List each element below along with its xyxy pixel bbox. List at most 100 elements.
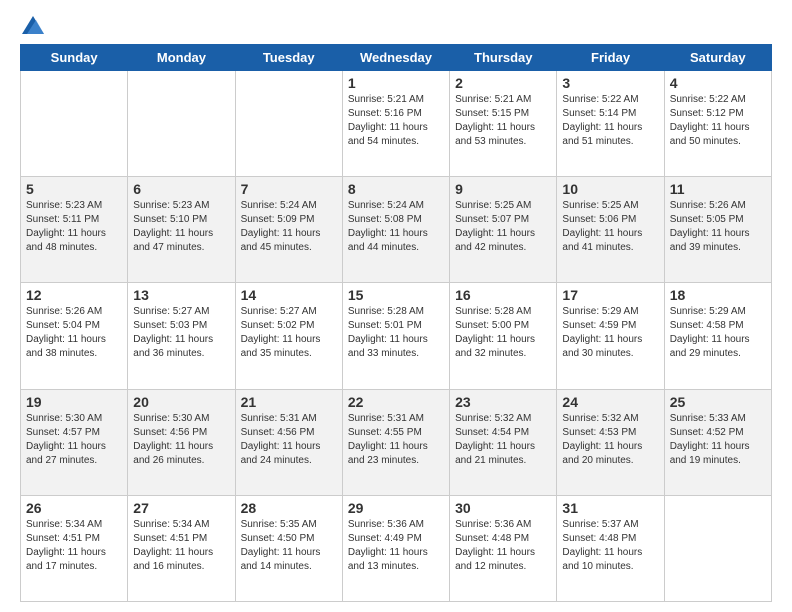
day-number: 30 — [455, 500, 551, 516]
day-info: Sunrise: 5:25 AMSunset: 5:06 PMDaylight:… — [562, 199, 658, 255]
calendar-cell: 9 Sunrise: 5:25 AMSunset: 5:07 PMDaylight… — [450, 177, 557, 283]
calendar-cell: 6Sunrise: 5:23 AMSunset: 5:10 PMDaylight… — [128, 177, 235, 283]
calendar-day-header: Friday — [557, 45, 664, 71]
calendar-cell: 19 Sunrise: 5:30 AMSunset: 4:57 PMDayligh… — [21, 389, 128, 495]
calendar-week-row: 19 Sunrise: 5:30 AMSunset: 4:57 PMDayligh… — [21, 389, 772, 495]
day-number: 24 — [562, 394, 658, 410]
day-number: 14 — [241, 287, 337, 303]
day-info: Sunrise: 5:30 AMSunset: 4:56 PMDaylight:… — [133, 412, 229, 468]
calendar-cell: 28 Sunrise: 5:35 AMSunset: 4:50 PMDayligh… — [235, 495, 342, 601]
day-info: Sunrise: 5:35 AMSunset: 4:50 PMDaylight:… — [241, 518, 337, 574]
day-number: 21 — [241, 394, 337, 410]
day-info: Sunrise: 5:33 AMSunset: 4:52 PMDaylight:… — [670, 412, 766, 468]
day-info: Sunrise: 5:36 AMSunset: 4:48 PMDaylight:… — [455, 518, 551, 574]
day-info: Sunrise: 5:24 AMSunset: 5:08 PMDaylight:… — [348, 199, 444, 255]
day-number: 19 — [26, 394, 122, 410]
calendar-cell — [235, 71, 342, 177]
calendar-cell: 26Sunrise: 5:34 AMSunset: 4:51 PMDayligh… — [21, 495, 128, 601]
calendar-day-header: Wednesday — [342, 45, 449, 71]
calendar-cell: 17 Sunrise: 5:29 AMSunset: 4:59 PMDayligh… — [557, 283, 664, 389]
day-number: 15 — [348, 287, 444, 303]
calendar-cell: 27 Sunrise: 5:34 AMSunset: 4:51 PMDayligh… — [128, 495, 235, 601]
day-number: 23 — [455, 394, 551, 410]
day-info: Sunrise: 5:32 AMSunset: 4:54 PMDaylight:… — [455, 412, 551, 468]
day-number: 29 — [348, 500, 444, 516]
day-info: Sunrise: 5:23 AMSunset: 5:11 PMDaylight:… — [26, 199, 122, 255]
day-info: Sunrise: 5:31 AMSunset: 4:56 PMDaylight:… — [241, 412, 337, 468]
calendar-cell: 23 Sunrise: 5:32 AMSunset: 4:54 PMDayligh… — [450, 389, 557, 495]
day-info: Sunrise: 5:21 AMSunset: 5:15 PMDaylight:… — [455, 93, 551, 149]
calendar-day-header: Saturday — [664, 45, 771, 71]
calendar-table: SundayMondayTuesdayWednesdayThursdayFrid… — [20, 44, 772, 602]
day-number: 22 — [348, 394, 444, 410]
day-number: 8 — [348, 181, 444, 197]
day-info: Sunrise: 5:22 AMSunset: 5:14 PMDaylight:… — [562, 93, 658, 149]
day-number: 4 — [670, 75, 766, 91]
calendar-cell: 4 Sunrise: 5:22 AMSunset: 5:12 PMDaylight… — [664, 71, 771, 177]
calendar-cell: 3 Sunrise: 5:22 AMSunset: 5:14 PMDaylight… — [557, 71, 664, 177]
calendar-cell: 14 Sunrise: 5:27 AMSunset: 5:02 PMDayligh… — [235, 283, 342, 389]
calendar-cell — [664, 495, 771, 601]
day-info: Sunrise: 5:22 AMSunset: 5:12 PMDaylight:… — [670, 93, 766, 149]
calendar-cell: 10 Sunrise: 5:25 AMSunset: 5:06 PMDayligh… — [557, 177, 664, 283]
calendar-header-row: SundayMondayTuesdayWednesdayThursdayFrid… — [21, 45, 772, 71]
calendar-cell: 5 Sunrise: 5:23 AMSunset: 5:11 PMDaylight… — [21, 177, 128, 283]
day-info: Sunrise: 5:34 AMSunset: 4:51 PMDaylight:… — [26, 518, 122, 574]
day-number: 16 — [455, 287, 551, 303]
calendar-cell: 24 Sunrise: 5:32 AMSunset: 4:53 PMDayligh… — [557, 389, 664, 495]
day-info: Sunrise: 5:25 AMSunset: 5:07 PMDaylight:… — [455, 199, 551, 255]
calendar-week-row: 5 Sunrise: 5:23 AMSunset: 5:11 PMDaylight… — [21, 177, 772, 283]
day-info: Sunrise: 5:28 AMSunset: 5:01 PMDaylight:… — [348, 305, 444, 361]
day-number: 3 — [562, 75, 658, 91]
calendar-cell: 20 Sunrise: 5:30 AMSunset: 4:56 PMDayligh… — [128, 389, 235, 495]
day-number: 28 — [241, 500, 337, 516]
calendar-cell: 12Sunrise: 5:26 AMSunset: 5:04 PMDayligh… — [21, 283, 128, 389]
day-number: 25 — [670, 394, 766, 410]
day-number: 7 — [241, 181, 337, 197]
day-info: Sunrise: 5:24 AMSunset: 5:09 PMDaylight:… — [241, 199, 337, 255]
day-number: 1 — [348, 75, 444, 91]
day-info: Sunrise: 5:29 AMSunset: 4:58 PMDaylight:… — [670, 305, 766, 361]
day-info: Sunrise: 5:23 AMSunset: 5:10 PMDaylight:… — [133, 199, 229, 255]
calendar-day-header: Tuesday — [235, 45, 342, 71]
day-number: 5 — [26, 181, 122, 197]
calendar-cell: 18 Sunrise: 5:29 AMSunset: 4:58 PMDayligh… — [664, 283, 771, 389]
day-info: Sunrise: 5:27 AMSunset: 5:03 PMDaylight:… — [133, 305, 229, 361]
day-info: Sunrise: 5:36 AMSunset: 4:49 PMDaylight:… — [348, 518, 444, 574]
calendar-cell: 7 Sunrise: 5:24 AMSunset: 5:09 PMDaylight… — [235, 177, 342, 283]
calendar-cell: 8 Sunrise: 5:24 AMSunset: 5:08 PMDaylight… — [342, 177, 449, 283]
day-number: 9 — [455, 181, 551, 197]
day-info: Sunrise: 5:27 AMSunset: 5:02 PMDaylight:… — [241, 305, 337, 361]
day-info: Sunrise: 5:26 AMSunset: 5:05 PMDaylight:… — [670, 199, 766, 255]
calendar-cell: 30 Sunrise: 5:36 AMSunset: 4:48 PMDayligh… — [450, 495, 557, 601]
header — [20, 16, 772, 34]
day-info: Sunrise: 5:30 AMSunset: 4:57 PMDaylight:… — [26, 412, 122, 468]
calendar-cell: 1 Sunrise: 5:21 AMSunset: 5:16 PMDaylight… — [342, 71, 449, 177]
day-info: Sunrise: 5:29 AMSunset: 4:59 PMDaylight:… — [562, 305, 658, 361]
day-number: 31 — [562, 500, 658, 516]
day-info: Sunrise: 5:21 AMSunset: 5:16 PMDaylight:… — [348, 93, 444, 149]
calendar-cell: 29 Sunrise: 5:36 AMSunset: 4:49 PMDayligh… — [342, 495, 449, 601]
day-number: 11 — [670, 181, 766, 197]
day-number: 17 — [562, 287, 658, 303]
calendar-week-row: 12Sunrise: 5:26 AMSunset: 5:04 PMDayligh… — [21, 283, 772, 389]
calendar-day-header: Sunday — [21, 45, 128, 71]
day-number: 18 — [670, 287, 766, 303]
calendar-day-header: Thursday — [450, 45, 557, 71]
calendar-cell: 2Sunrise: 5:21 AMSunset: 5:15 PMDaylight… — [450, 71, 557, 177]
calendar-day-header: Monday — [128, 45, 235, 71]
day-number: 27 — [133, 500, 229, 516]
calendar-cell: 15 Sunrise: 5:28 AMSunset: 5:01 PMDayligh… — [342, 283, 449, 389]
calendar-cell: 21 Sunrise: 5:31 AMSunset: 4:56 PMDayligh… — [235, 389, 342, 495]
day-number: 20 — [133, 394, 229, 410]
logo-icon — [22, 16, 44, 34]
calendar-cell: 25 Sunrise: 5:33 AMSunset: 4:52 PMDayligh… — [664, 389, 771, 495]
day-number: 10 — [562, 181, 658, 197]
page: SundayMondayTuesdayWednesdayThursdayFrid… — [0, 0, 792, 612]
day-info: Sunrise: 5:34 AMSunset: 4:51 PMDaylight:… — [133, 518, 229, 574]
day-info: Sunrise: 5:26 AMSunset: 5:04 PMDaylight:… — [26, 305, 122, 361]
calendar-cell — [21, 71, 128, 177]
day-info: Sunrise: 5:32 AMSunset: 4:53 PMDaylight:… — [562, 412, 658, 468]
day-info: Sunrise: 5:28 AMSunset: 5:00 PMDaylight:… — [455, 305, 551, 361]
day-info: Sunrise: 5:31 AMSunset: 4:55 PMDaylight:… — [348, 412, 444, 468]
